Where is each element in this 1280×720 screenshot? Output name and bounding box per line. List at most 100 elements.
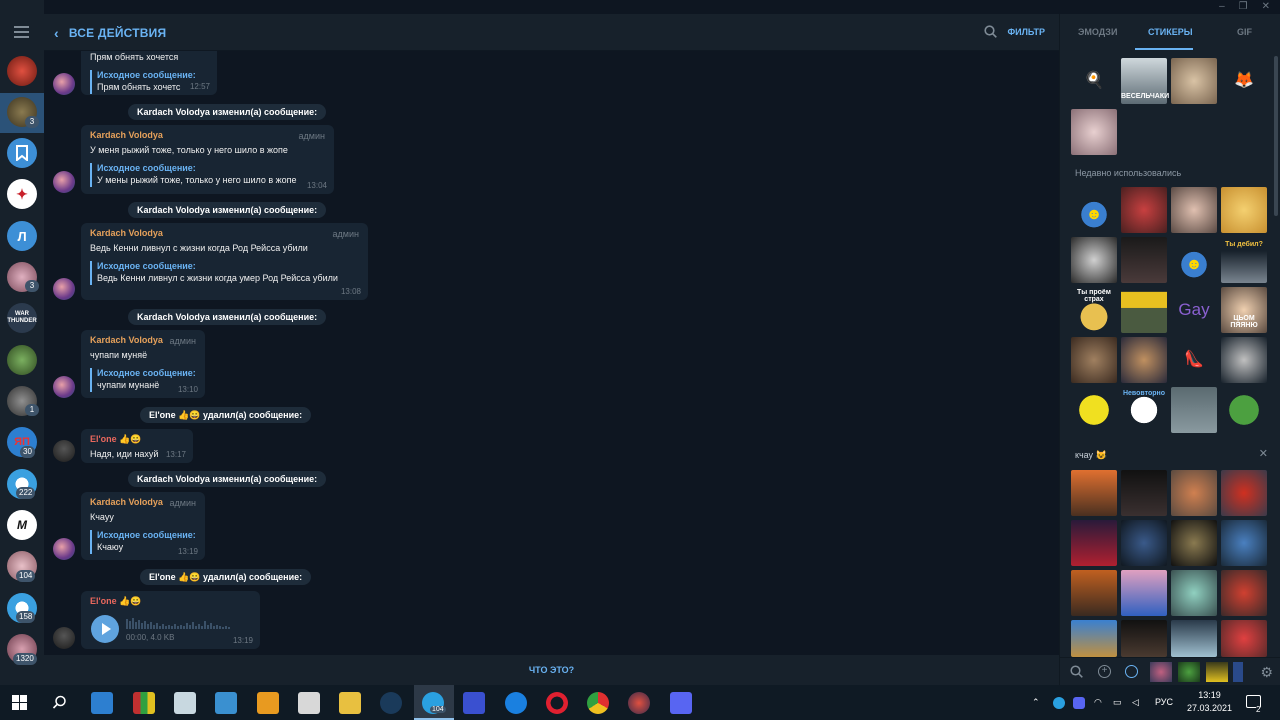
app-icon[interactable] [215, 692, 237, 714]
chat-avatar-l[interactable]: Л [7, 221, 37, 251]
tab-stickers[interactable]: СТИКЕРЫ [1148, 27, 1193, 37]
winrar-icon[interactable] [133, 692, 155, 714]
pack-sticker[interactable] [1071, 570, 1117, 616]
pack-sticker[interactable] [1121, 570, 1167, 616]
sticker-recent[interactable]: 👠 [1171, 337, 1217, 383]
app-icon[interactable] [628, 692, 650, 714]
pack-sticker[interactable] [1221, 470, 1267, 516]
search-icon[interactable] [52, 695, 67, 710]
message-bubble[interactable]: Kardach Volodya админ Кчауу Исходное соо… [81, 492, 205, 560]
sticker-recent[interactable]: Ты проём страх [1071, 287, 1117, 333]
message-bubble[interactable]: Kardach Volodya админ У меня рыжий тоже,… [81, 125, 334, 194]
gear-icon[interactable]: ⚙ [1260, 664, 1273, 681]
discord-icon[interactable] [670, 692, 692, 714]
message-bubble[interactable]: Kardach Volodya админ чупапи муняё Исход… [81, 330, 205, 398]
user-avatar[interactable] [53, 538, 75, 560]
user-avatar[interactable] [53, 376, 75, 398]
sticker-anime[interactable] [1071, 109, 1117, 155]
message-bubble[interactable]: El'one 👍😀 Надя, иди нахуй 13:17 [81, 429, 193, 463]
sticker-recent[interactable] [1171, 387, 1217, 433]
sticker-cat[interactable] [1171, 58, 1217, 104]
tray-discord-icon[interactable] [1073, 697, 1085, 709]
sticker-recent[interactable]: Gay [1171, 287, 1217, 333]
language-indicator[interactable]: РУС [1155, 685, 1173, 720]
sticker-recent[interactable]: ☻ [1171, 237, 1217, 283]
folder-icon[interactable] [339, 692, 361, 714]
user-avatar[interactable] [53, 440, 75, 462]
opera-icon[interactable] [546, 692, 568, 714]
pack-thumb[interactable] [1206, 662, 1228, 682]
search-icon[interactable] [984, 25, 997, 38]
scrollbar[interactable] [1274, 56, 1278, 216]
chat-avatar-war-thunder[interactable]: WAR THUNDER [7, 303, 37, 333]
message-bubble[interactable]: Kardach Volodya админ Ведь Кенни ливнул … [81, 223, 368, 300]
battery-icon[interactable]: ▭ [1113, 685, 1122, 720]
sticker-egg[interactable]: 🍳 [1071, 58, 1117, 104]
sublime-icon[interactable] [257, 692, 279, 714]
pack-thumb[interactable] [1178, 662, 1200, 682]
chrome-icon[interactable] [587, 692, 609, 714]
sticker-recent[interactable]: ☻ [1071, 187, 1117, 233]
windows-start-icon[interactable] [12, 695, 27, 710]
user-avatar[interactable] [53, 627, 75, 649]
pack-sticker[interactable] [1121, 520, 1167, 566]
sticker-recent[interactable] [1221, 387, 1267, 433]
sticker-recent[interactable] [1071, 337, 1117, 383]
search-icon[interactable] [1070, 665, 1083, 678]
wifi-icon[interactable]: ◠ [1094, 685, 1102, 720]
sticker-recent[interactable] [1121, 187, 1167, 233]
play-icon[interactable] [91, 615, 119, 643]
pack-sticker[interactable] [1121, 470, 1167, 516]
author-name[interactable]: El'one 👍😀 [90, 434, 184, 446]
filter-button[interactable]: ФИЛЬТР [1007, 27, 1045, 37]
pack-sticker[interactable] [1221, 620, 1267, 657]
author-name[interactable]: Kardach Volodya [90, 228, 359, 240]
message-log[interactable]: Прям обнять хочется Исходное сообщение: … [44, 51, 1059, 655]
pack-sticker[interactable] [1071, 470, 1117, 516]
message-bubble[interactable]: Прям обнять хочется Исходное сообщение: … [81, 51, 217, 95]
pack-thumb[interactable] [1150, 662, 1172, 682]
sticker-recent[interactable] [1121, 237, 1167, 283]
sticker-recent[interactable] [1071, 387, 1117, 433]
sticker-recent[interactable] [1121, 337, 1167, 383]
back-button[interactable]: ‹ ВСЕ ДЕЙСТВИЯ [54, 25, 166, 41]
sticker-recent[interactable]: ЦЬОМ ПЯЯНЮ [1221, 287, 1267, 333]
volume-icon[interactable]: ◁ [1132, 685, 1139, 720]
voice-message-bubble[interactable]: El'one 👍😀 00:00, 4.0 KB 13:19 [81, 591, 260, 649]
sticker-recent[interactable] [1121, 287, 1167, 333]
chat-avatar[interactable] [7, 345, 37, 375]
chat-avatar[interactable]: M [7, 510, 37, 540]
user-avatar[interactable] [53, 73, 75, 95]
pack-sticker[interactable] [1171, 520, 1217, 566]
sticker-recent[interactable] [1071, 237, 1117, 283]
pack-sticker[interactable] [1121, 620, 1167, 657]
app-icon[interactable] [505, 692, 527, 714]
sticker-recent[interactable] [1221, 187, 1267, 233]
author-name[interactable]: El'one 👍😀 [90, 596, 251, 608]
pack-sticker[interactable] [1171, 620, 1217, 657]
pack-sticker[interactable] [1071, 620, 1117, 657]
sticker-recent[interactable]: Невовторно [1121, 387, 1167, 433]
tray-chevron-icon[interactable]: ⌃ [1032, 685, 1040, 720]
steam-icon[interactable] [380, 692, 402, 714]
pack-sticker[interactable] [1221, 520, 1267, 566]
pack-sticker[interactable] [1221, 570, 1267, 616]
pack-sticker[interactable] [1171, 470, 1217, 516]
pack-sticker[interactable] [1171, 570, 1217, 616]
minimize-button[interactable]: – [1219, 0, 1225, 14]
add-pack-icon[interactable]: + [1098, 665, 1111, 678]
tab-emoji[interactable]: ЭМОДЗИ [1078, 27, 1117, 37]
recent-clock-icon[interactable] [1125, 665, 1138, 678]
close-icon[interactable]: ✕ [1259, 447, 1268, 460]
sticker-fox[interactable]: 🦊 [1221, 58, 1267, 104]
chat-avatar-saved[interactable] [7, 138, 37, 168]
user-avatar[interactable] [53, 278, 75, 300]
app-icon[interactable] [298, 692, 320, 714]
menu-icon[interactable] [14, 26, 29, 38]
pack-thumb[interactable] [1233, 662, 1243, 682]
what-is-this-button[interactable]: ЧТО ЭТО? [44, 655, 1059, 685]
tray-telegram-icon[interactable] [1053, 697, 1065, 709]
author-name[interactable]: Kardach Volodya [90, 130, 325, 142]
user-avatar[interactable] [53, 171, 75, 193]
mail-icon[interactable] [91, 692, 113, 714]
